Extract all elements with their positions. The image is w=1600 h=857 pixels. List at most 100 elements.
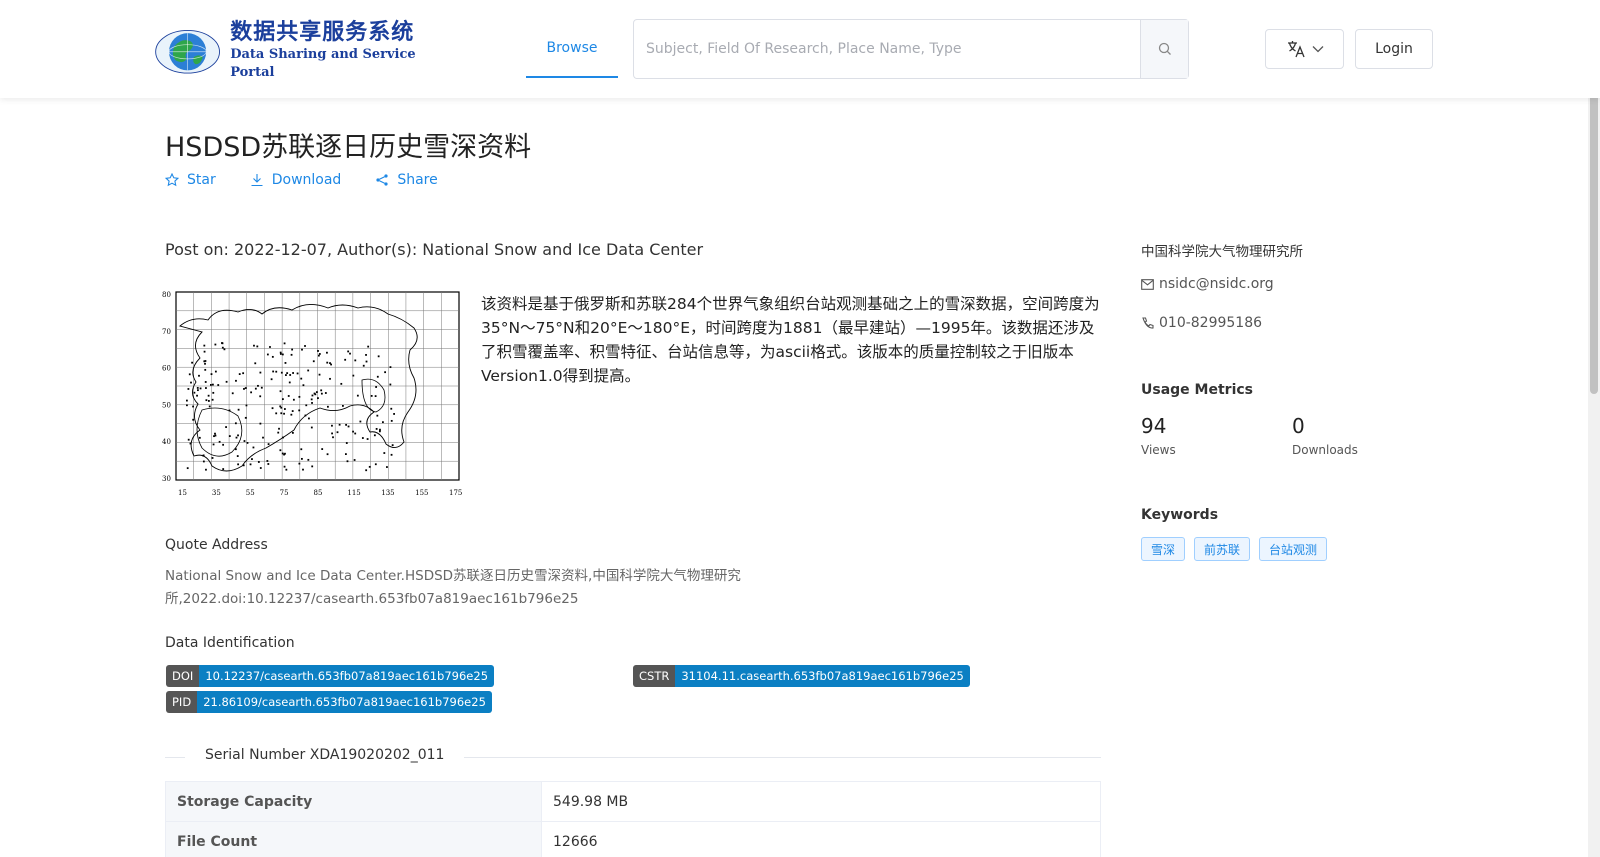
- share-label: Share: [397, 172, 438, 188]
- nav-browse-tab[interactable]: Browse: [526, 20, 618, 78]
- map-station-marker: [307, 458, 310, 461]
- map-station-marker: [368, 465, 371, 468]
- map-station-marker: [187, 438, 190, 441]
- map-station-marker: [291, 348, 294, 351]
- map-station-marker: [203, 360, 206, 363]
- keyword-tag[interactable]: 雪深: [1141, 537, 1186, 561]
- map-station-marker: [210, 373, 213, 376]
- map-station-marker: [287, 395, 290, 397]
- map-station-marker: [329, 377, 331, 380]
- map-station-marker: [352, 430, 354, 433]
- map-station-marker: [275, 370, 278, 373]
- mail-icon: [1141, 278, 1154, 290]
- map-station-marker: [212, 391, 215, 394]
- language-switcher[interactable]: [1265, 29, 1344, 69]
- map-station-marker: [214, 434, 217, 437]
- map-station-marker: [204, 381, 207, 383]
- phone-text: 010-82995186: [1159, 315, 1263, 331]
- station-map-figure: 80 70 60 50 40 30 15 35 55 75 85 115 135 155 175: [162, 291, 462, 497]
- map-station-marker: [345, 423, 347, 426]
- map-station-marker: [386, 466, 388, 468]
- map-station-marker: [300, 448, 303, 451]
- map-station-marker: [237, 434, 239, 437]
- keyword-tag[interactable]: 台站观测: [1259, 537, 1328, 561]
- share-button[interactable]: Share: [375, 172, 438, 188]
- map-station-marker: [377, 355, 380, 358]
- map-x-tick-label: 75: [280, 489, 289, 497]
- row-value: 549.98 MB: [553, 793, 629, 810]
- map-x-tick-label: 15: [178, 489, 187, 497]
- doi-badge[interactable]: DOI 10.12237/casearth.653fb07a819aec161b…: [166, 665, 495, 687]
- star-button[interactable]: Star: [165, 172, 216, 188]
- map-station-marker: [231, 392, 234, 395]
- map-station-marker: [288, 381, 291, 384]
- map-station-marker: [257, 384, 259, 387]
- map-station-marker: [186, 399, 188, 402]
- map-station-marker: [259, 467, 262, 469]
- keywords-label: Keywords: [1141, 507, 1219, 523]
- map-station-marker: [327, 405, 329, 408]
- keyword-tag[interactable]: 前苏联: [1194, 537, 1251, 561]
- map-station-marker: [340, 382, 343, 385]
- contact-phone: 010-82995186: [1141, 315, 1262, 331]
- search-icon: [1158, 42, 1171, 55]
- map-station-marker: [289, 374, 292, 376]
- map-station-marker: [211, 398, 214, 401]
- map-station-marker: [207, 400, 210, 402]
- map-station-marker: [326, 351, 328, 354]
- search-input[interactable]: [634, 20, 1140, 78]
- map-y-tick-label: 30: [162, 475, 171, 483]
- map-station-marker: [370, 395, 373, 397]
- site-logo[interactable]: 数据共享服务系统 Data Sharing and Service Portal: [153, 19, 438, 80]
- map-station-marker: [365, 469, 368, 472]
- map-station-marker: [367, 345, 370, 348]
- email-text: nsidc@nsidc.org: [1159, 276, 1274, 292]
- map-station-marker: [320, 389, 323, 392]
- map-station-marker: [205, 387, 207, 389]
- map-station-marker: [262, 436, 264, 439]
- map-station-marker: [237, 408, 240, 411]
- map-station-marker: [374, 395, 377, 398]
- map-station-marker: [212, 443, 215, 446]
- map-station-marker: [382, 421, 384, 424]
- map-station-marker: [267, 463, 270, 465]
- map-station-marker: [249, 463, 252, 466]
- map-station-marker: [359, 420, 362, 423]
- download-button[interactable]: Download: [250, 172, 341, 188]
- contact-email[interactable]: nsidc@nsidc.org: [1141, 276, 1274, 292]
- pid-badge[interactable]: PID 21.86109/casearth.653fb07a819aec161b…: [166, 691, 492, 713]
- map-station-marker: [331, 432, 333, 435]
- map-y-tick-label: 80: [162, 291, 171, 299]
- map-station-marker: [191, 361, 193, 364]
- map-station-marker: [318, 373, 321, 376]
- map-station-marker: [332, 436, 334, 439]
- map-station-marker: [280, 371, 283, 374]
- map-x-tick-label: 35: [212, 489, 221, 497]
- map-station-marker: [254, 362, 257, 365]
- map-station-marker: [347, 350, 350, 353]
- page-scrollbar[interactable]: [1588, 0, 1600, 857]
- search-button[interactable]: [1140, 20, 1188, 78]
- map-station-marker: [188, 373, 191, 376]
- map-station-marker: [186, 467, 189, 470]
- map-station-marker: [373, 434, 376, 437]
- data-identification-label: Data Identification: [165, 635, 295, 651]
- map-station-marker: [280, 412, 283, 415]
- map-station-marker: [214, 432, 216, 435]
- map-station-marker: [190, 381, 192, 384]
- map-station-marker: [279, 449, 282, 452]
- map-station-marker: [196, 387, 199, 389]
- map-station-marker: [375, 428, 378, 430]
- map-station-marker: [242, 464, 245, 467]
- cstr-badge[interactable]: CSTR 31104.11.casearth.653fb07a819aec161…: [633, 665, 970, 687]
- login-button[interactable]: Login: [1355, 29, 1433, 69]
- top-header: 数据共享服务系统 Data Sharing and Service Portal…: [0, 0, 1600, 98]
- map-station-marker: [304, 414, 307, 417]
- map-station-marker: [192, 405, 194, 408]
- map-station-marker: [223, 348, 226, 351]
- map-station-marker: [352, 374, 355, 377]
- map-station-marker: [281, 452, 284, 455]
- map-station-marker: [198, 374, 200, 377]
- map-station-marker: [326, 361, 329, 364]
- map-station-marker: [312, 360, 315, 363]
